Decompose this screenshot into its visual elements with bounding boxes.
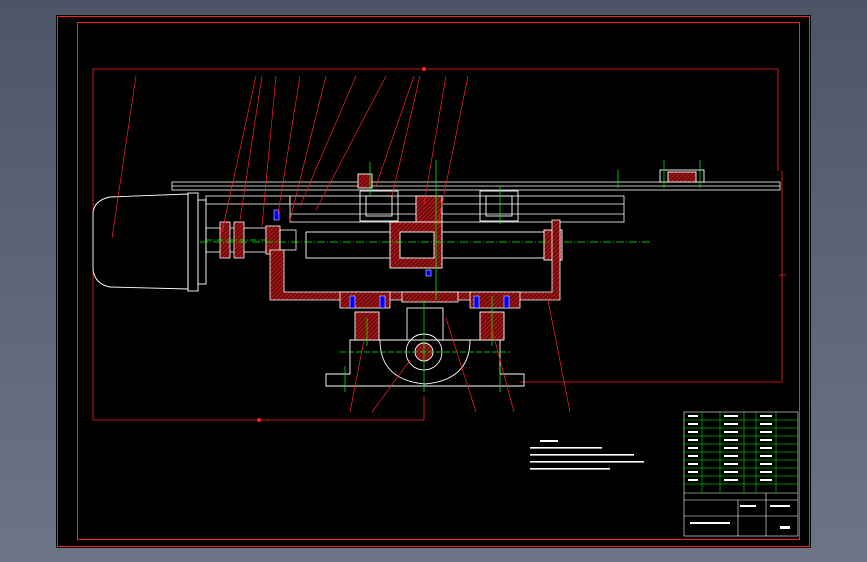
parts-list-entries — [688, 415, 790, 529]
leader-lines-bottom — [349, 299, 571, 413]
technical-notes — [530, 440, 644, 470]
title-block — [683, 411, 799, 537]
outer-frame — [57, 16, 810, 547]
assembly-drawing — [57, 16, 810, 547]
motor — [92, 192, 207, 292]
inner-frame — [77, 22, 800, 540]
cad-viewport[interactable] — [0, 0, 867, 562]
parts-list — [684, 412, 798, 493]
worm-gear-base — [325, 296, 525, 392]
